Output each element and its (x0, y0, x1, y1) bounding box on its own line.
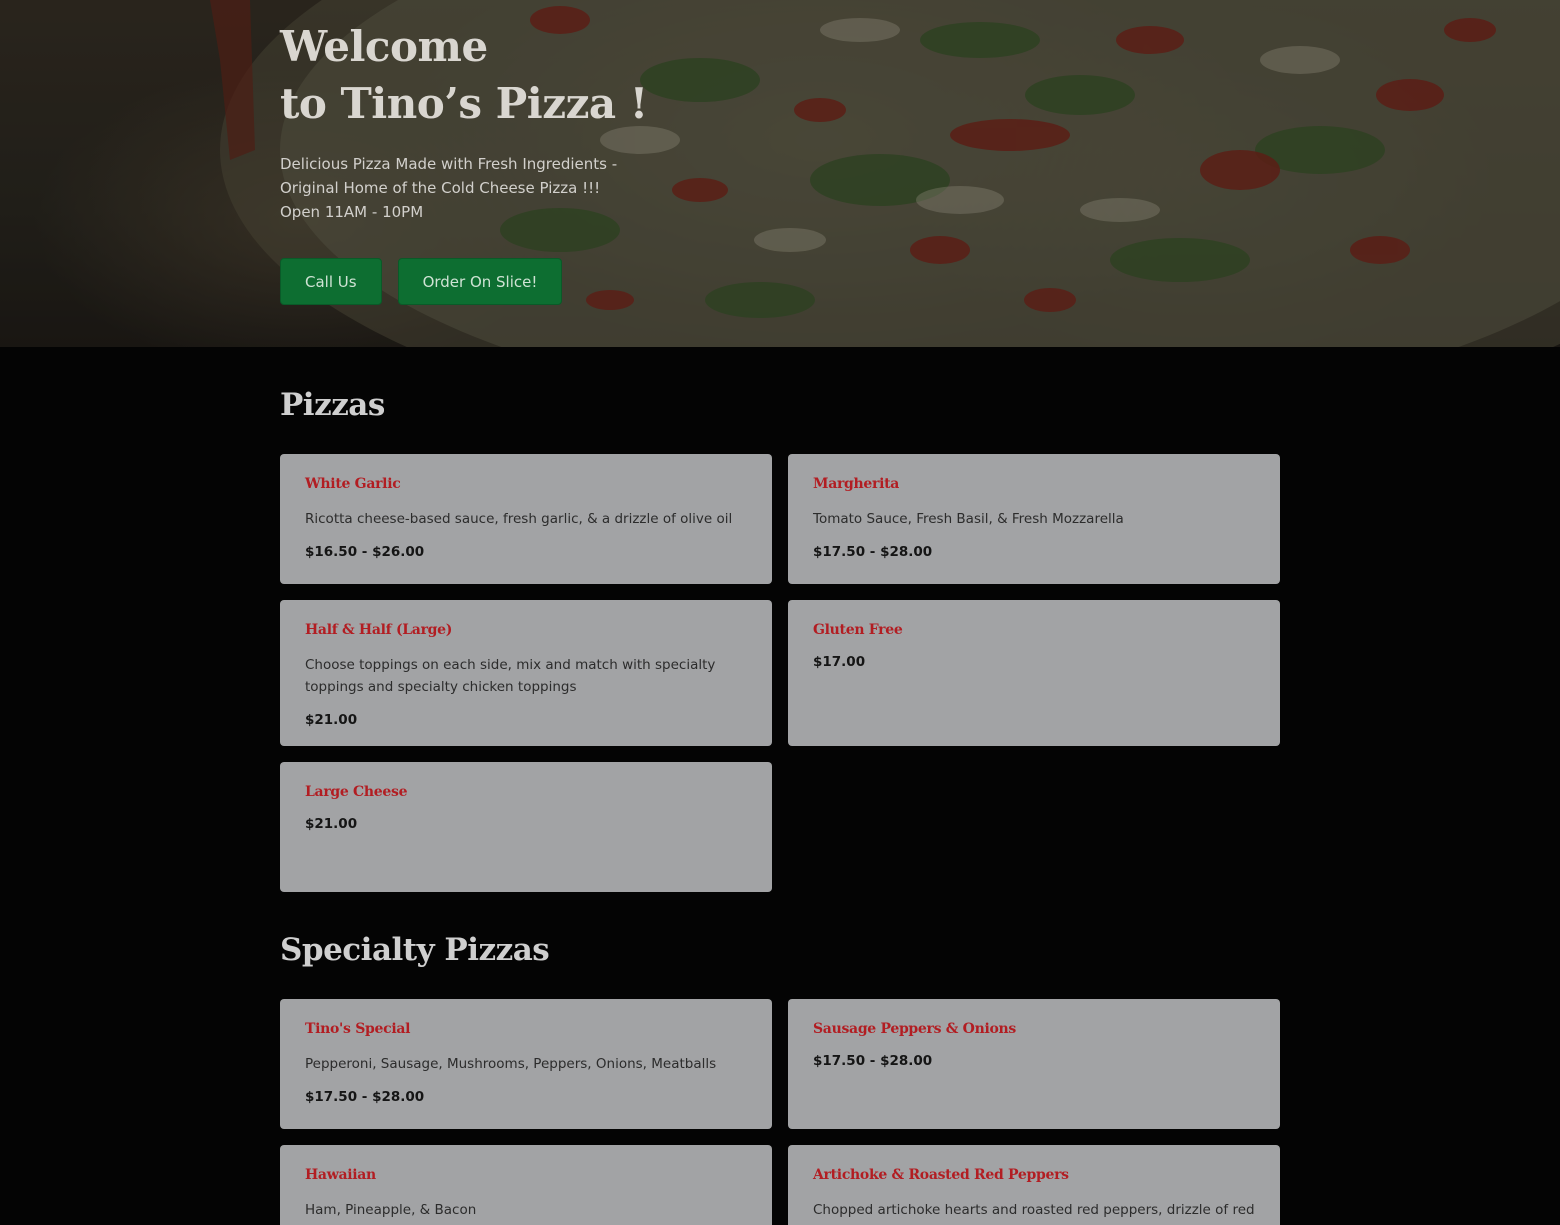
pizzas-grid: White Garlic Ricotta cheese-based sauce,… (280, 454, 1280, 892)
menu-item-card[interactable]: Hawaiian Ham, Pineapple, & Bacon (280, 1145, 772, 1225)
menu-item-name: White Garlic (305, 476, 401, 492)
order-on-slice-button[interactable]: Order On Slice! (397, 258, 563, 305)
menu-item-description: Ricotta cheese-based sauce, fresh garlic… (305, 511, 733, 527)
menu-item-card[interactable]: Sausage Peppers & Onions $17.50 - $28.00 (788, 999, 1280, 1129)
menu-item-price: $21.00 (305, 816, 358, 832)
menu-item-card[interactable]: Artichoke & Roasted Red Peppers Chopped … (788, 1145, 1280, 1225)
menu-item-name: Half & Half (Large) (305, 622, 453, 638)
menu-item-name: Sausage Peppers & Onions (813, 1021, 1016, 1037)
menu-item-name: Gluten Free (813, 622, 903, 638)
hero-tagline-2: Original Home of the Cold Cheese Pizza !… (280, 179, 601, 197)
menu-item-card[interactable]: White Garlic Ricotta cheese-based sauce,… (280, 454, 772, 584)
menu-item-description: Pepperoni, Sausage, Mushrooms, Peppers, … (305, 1056, 717, 1072)
menu-item-name: Tino's Special (305, 1021, 411, 1037)
hero-title: Welcome to Tino’s Pizza ! (280, 18, 980, 132)
menu-item-price: $17.00 (813, 654, 866, 670)
hero-buttons: Call Us Order On Slice! (280, 258, 980, 305)
hero-banner: Welcome to Tino’s Pizza ! Delicious Pizz… (0, 0, 1560, 347)
menu-item-card[interactable]: Large Cheese $21.00 (280, 762, 772, 892)
hero-tagline-1: Delicious Pizza Made with Fresh Ingredie… (280, 155, 618, 173)
menu: Pizzas White Garlic Ricotta cheese-based… (280, 347, 1280, 1225)
menu-item-price: $21.00 (305, 712, 358, 728)
menu-item-description: Ham, Pineapple, & Bacon (305, 1202, 477, 1218)
section-title-specialty-pizzas: Specialty Pizzas (280, 932, 550, 968)
hero-content: Welcome to Tino’s Pizza ! Delicious Pizz… (280, 18, 980, 305)
menu-item-price: $17.50 - $28.00 (813, 544, 933, 560)
menu-item-name: Large Cheese (305, 784, 408, 800)
hero-title-line-2: to Tino’s Pizza ! (280, 79, 648, 128)
menu-item-name: Artichoke & Roasted Red Peppers (813, 1167, 1069, 1183)
menu-item-price: $17.50 - $28.00 (813, 1053, 933, 1069)
menu-item-card[interactable]: Gluten Free $17.00 (788, 600, 1280, 746)
hero-subtitle: Delicious Pizza Made with Fresh Ingredie… (280, 152, 980, 224)
specialty-pizzas-grid: Tino's Special Pepperoni, Sausage, Mushr… (280, 999, 1280, 1225)
call-us-button[interactable]: Call Us (280, 258, 382, 305)
menu-item-card[interactable]: Margherita Tomato Sauce, Fresh Basil, & … (788, 454, 1280, 584)
menu-item-price: $17.50 - $28.00 (305, 1089, 425, 1105)
menu-item-card[interactable]: Tino's Special Pepperoni, Sausage, Mushr… (280, 999, 772, 1129)
section-title-pizzas: Pizzas (280, 387, 385, 423)
menu-item-name: Hawaiian (305, 1167, 376, 1183)
menu-item-name: Margherita (813, 476, 900, 492)
menu-item-price: $16.50 - $26.00 (305, 544, 425, 560)
hero-title-line-1: Welcome (280, 22, 488, 71)
menu-item-description: Choose toppings on each side, mix and ma… (305, 657, 716, 695)
menu-item-card[interactable]: Half & Half (Large) Choose toppings on e… (280, 600, 772, 746)
menu-item-description: Chopped artichoke hearts and roasted red… (813, 1202, 1255, 1218)
menu-item-description: Tomato Sauce, Fresh Basil, & Fresh Mozza… (813, 511, 1124, 527)
hero-hours: Open 11AM - 10PM (280, 203, 424, 221)
